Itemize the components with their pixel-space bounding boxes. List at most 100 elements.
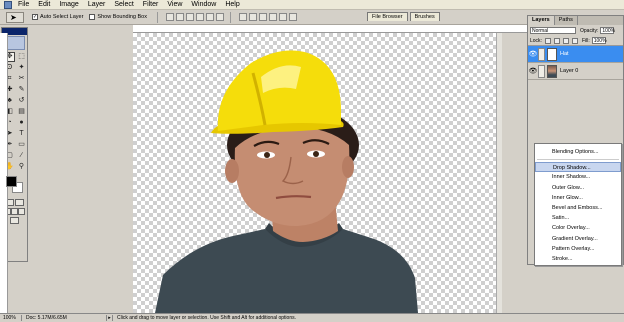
zoom-tool-icon[interactable]: ⚲ (16, 162, 27, 172)
lock-label: Lock: (530, 37, 542, 44)
status-hint: Click and drag to move layer or selectio… (117, 315, 296, 321)
menu-help[interactable]: Help (225, 0, 239, 10)
auto-select-check-box[interactable]: ✓ (32, 14, 38, 20)
menu-bar: File Edit Image Layer Select Filter View… (0, 0, 624, 10)
tab-paths[interactable]: Paths (555, 16, 578, 25)
menu-item-blending-options[interactable]: Blending Options... (535, 147, 621, 157)
menu-window[interactable]: Window (191, 0, 216, 10)
fill-label: Fill: (581, 37, 590, 44)
lock-all-icon[interactable] (571, 37, 578, 44)
brush-link-icon[interactable] (538, 47, 545, 61)
link-icon[interactable] (538, 64, 545, 78)
align-buttons (165, 13, 226, 21)
type-tool-icon[interactable]: T (16, 129, 27, 139)
gradient-tool-icon[interactable]: ▤ (16, 107, 27, 117)
tab-file-browser[interactable]: File Browser (367, 12, 408, 21)
menu-filter[interactable]: Filter (143, 0, 159, 10)
align-left-icon[interactable] (195, 13, 204, 21)
slice-tool-icon[interactable]: ✂ (16, 74, 27, 84)
menu-file[interactable]: File (18, 0, 29, 10)
layers-panel-tabs: Layers Paths (528, 16, 623, 25)
fill-field[interactable]: 100% (591, 37, 607, 44)
menu-item-gradient-overlay[interactable]: Gradient Overlay... (535, 234, 621, 244)
layer-name: Hat (560, 51, 569, 57)
layer-style-context-menu: Blending Options... Drop Shadow... Inner… (534, 143, 622, 266)
menu-layer[interactable]: Layer (88, 0, 106, 10)
photoshop-icon[interactable] (4, 0, 12, 9)
jump-to-imageready-icon[interactable] (10, 217, 19, 224)
auto-select-layer-checkbox[interactable]: ✓ Auto Select Layer (32, 14, 83, 20)
brush-tool-icon[interactable]: ✎ (16, 85, 27, 95)
document-canvas[interactable] (133, 33, 496, 313)
document-scrollbar[interactable] (496, 33, 502, 313)
menu-item-inner-glow[interactable]: Inner Glow... (535, 193, 621, 203)
menu-separator (537, 159, 619, 161)
full-screen-icon[interactable] (18, 208, 25, 215)
layer-thumbnail (547, 47, 557, 61)
magic-wand-tool-icon[interactable]: ✦ (16, 63, 27, 73)
left-ear-shape (225, 159, 239, 183)
layer-thumbnail (547, 64, 557, 78)
right-ear-shape (342, 156, 354, 178)
align-center-icon[interactable] (205, 13, 214, 21)
layer-row-layer-0[interactable]: 👁 Layer 0 (528, 63, 623, 80)
align-middle-icon[interactable] (175, 13, 184, 21)
menu-item-stroke[interactable]: Stroke... (535, 254, 621, 264)
history-brush-tool-icon[interactable]: ↺ (16, 96, 27, 106)
visibility-eye-icon[interactable]: 👁 (528, 67, 538, 75)
canvas-image (155, 50, 418, 313)
align-top-icon[interactable] (165, 13, 174, 21)
marquee-tool-icon[interactable]: ⬚ (16, 52, 27, 62)
distribute-buttons (238, 13, 299, 21)
distribute-bottom-icon[interactable] (258, 13, 267, 21)
zoom-level[interactable]: 100% (0, 315, 22, 321)
ruler-vertical (0, 33, 8, 313)
visibility-eye-icon[interactable]: 👁 (528, 50, 538, 58)
blend-mode-select[interactable]: Normal (530, 27, 576, 34)
layer-name: Layer 0 (560, 68, 579, 74)
blend-row: Normal Opacity: 100% (528, 25, 623, 36)
lock-row: Lock: Fill: 100% (528, 36, 623, 46)
bounding-box-check-box[interactable] (89, 14, 96, 20)
align-bottom-icon[interactable] (185, 13, 194, 21)
lock-image-icon[interactable] (553, 37, 560, 44)
shape-tool-icon[interactable]: ▭ (16, 140, 27, 150)
show-bounding-box-checkbox[interactable]: Show Bounding Box (89, 14, 147, 20)
menu-item-drop-shadow[interactable]: Drop Shadow... (535, 162, 621, 173)
opacity-label: Opacity: (580, 27, 599, 34)
align-right-icon[interactable] (215, 13, 224, 21)
opacity-field[interactable]: 100% (600, 27, 615, 34)
tab-brushes[interactable]: Brushes (409, 12, 440, 21)
menu-item-color-overlay[interactable]: Color Overlay... (535, 223, 621, 233)
menu-edit[interactable]: Edit (38, 0, 50, 10)
layer-row-hat[interactable]: 👁 Hat (528, 46, 623, 63)
menu-item-pattern-overlay[interactable]: Pattern Overlay... (535, 244, 621, 254)
menu-view[interactable]: View (167, 0, 182, 10)
lock-position-icon[interactable] (562, 37, 569, 44)
distribute-middle-icon[interactable] (248, 13, 257, 21)
distribute-top-icon[interactable] (238, 13, 247, 21)
document-size: Doc: 5.17M/6.65M (22, 315, 107, 321)
dodge-tool-icon[interactable]: ● (16, 118, 27, 128)
options-separator (229, 11, 231, 23)
menu-item-inner-shadow[interactable]: Inner Shadow... (535, 172, 621, 182)
bounding-box-label: Show Bounding Box (97, 14, 147, 20)
quick-mask-mode-icon[interactable] (15, 199, 25, 206)
ruler-horizontal (133, 25, 527, 33)
full-screen-menu-icon[interactable] (11, 208, 18, 215)
tab-layers[interactable]: Layers (528, 16, 555, 25)
face-shape (234, 127, 350, 227)
foreground-color-swatch[interactable] (6, 176, 17, 187)
tool-preset-picker[interactable]: ➤ (6, 11, 24, 23)
menu-item-outer-glow[interactable]: Outer Glow... (535, 183, 621, 193)
eyedropper-tool-icon[interactable]: ∕ (16, 151, 27, 161)
distribute-right-icon[interactable] (288, 13, 297, 21)
menu-item-satin[interactable]: Satin... (535, 213, 621, 223)
menu-select[interactable]: Select (114, 0, 133, 10)
distribute-center-icon[interactable] (278, 13, 287, 21)
move-icon: ➤ (10, 12, 17, 22)
distribute-left-icon[interactable] (268, 13, 277, 21)
lock-transparency-icon[interactable] (544, 37, 551, 44)
menu-image[interactable]: Image (59, 0, 78, 10)
menu-item-bevel-emboss[interactable]: Bevel and Emboss... (535, 203, 621, 213)
